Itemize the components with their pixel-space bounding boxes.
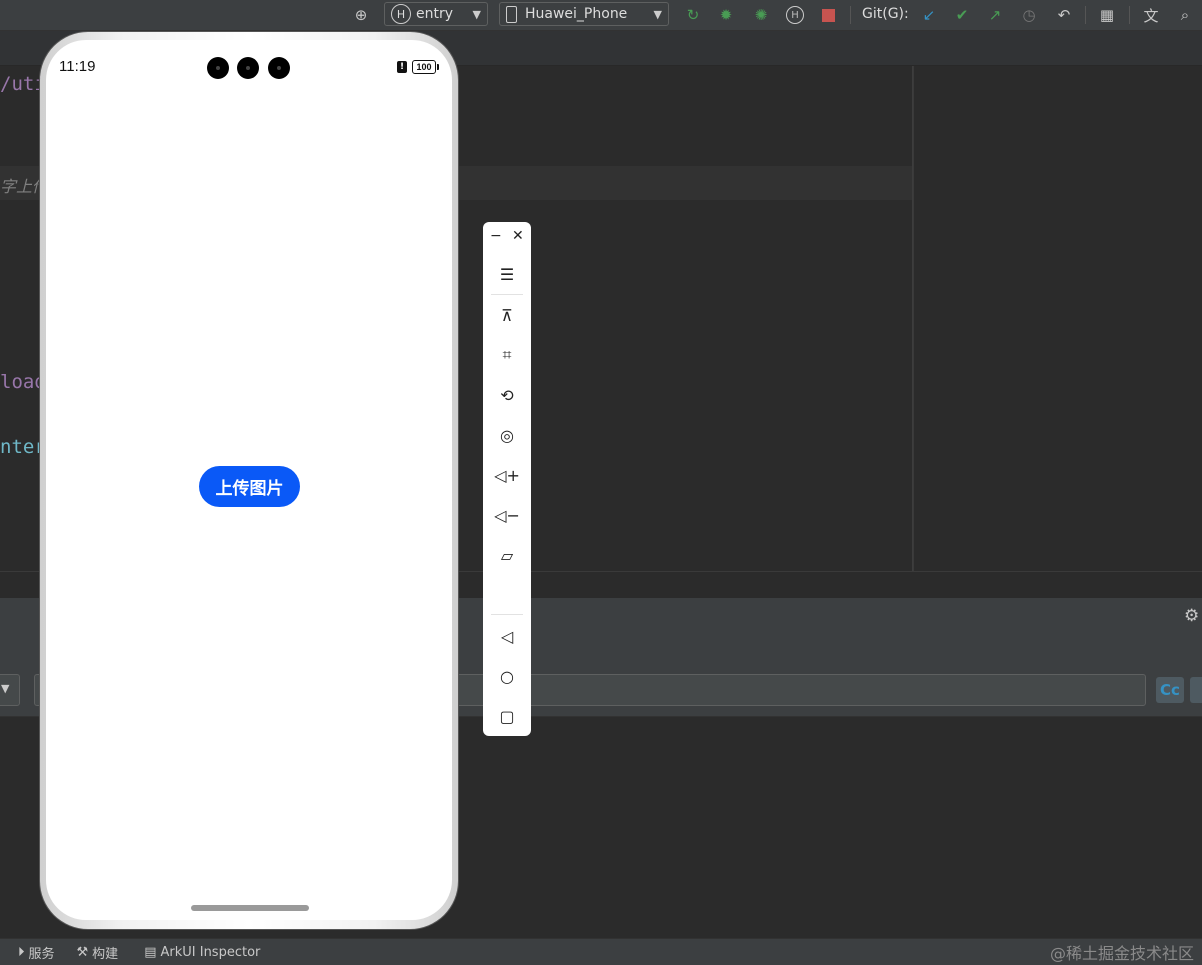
no-touch-icon[interactable]: ⊼ <box>483 299 531 331</box>
translate-icon[interactable]: 文 <box>1140 4 1162 26</box>
gear-icon[interactable]: ⚙ <box>1184 606 1199 626</box>
play-circle-icon: ⏵ <box>18 944 25 960</box>
code-line-import: /uti <box>0 73 46 95</box>
inspector-grid-icon: ▤ <box>144 944 157 960</box>
main-toolbar: ⊕ H entry ▼ Huawei_Phone ▼ ↻ ✹ ✺ H Git(G… <box>0 0 1202 31</box>
git-commit-check-icon[interactable]: ✔ <box>951 4 973 26</box>
project-structure-icon[interactable]: ▦ <box>1096 4 1118 26</box>
menu-icon[interactable]: ☰ <box>483 258 531 290</box>
services-tab-label: 服务 <box>28 946 55 962</box>
build-tab-label: 构建 <box>92 946 119 962</box>
toolbar-divider <box>1129 6 1130 24</box>
match-case-toggle[interactable]: Cc <box>1156 677 1184 703</box>
toolbar-divider <box>1085 6 1086 24</box>
arkui-inspector-tab-label: ArkUI Inspector <box>160 944 261 960</box>
home-indicator-bar[interactable] <box>191 905 309 911</box>
shake-device-icon[interactable]: ▱ <box>483 539 531 571</box>
status-time: 11:19 <box>59 58 96 75</box>
battery-icon: 100 <box>412 60 439 74</box>
camera-lens-icon <box>268 57 290 79</box>
record-screen-icon[interactable]: ◎ <box>483 419 531 451</box>
git-label: Git(G): <box>862 6 909 22</box>
phone-screen[interactable]: 11:19 ! 100 上传图片 <box>46 40 452 920</box>
device-select[interactable]: Huawei_Phone ▼ <box>499 2 669 26</box>
search-icon[interactable]: ⌕ <box>1174 4 1196 26</box>
toolbar-separator <box>491 614 523 615</box>
volume-up-icon[interactable]: ◁+ <box>483 459 531 491</box>
rerun-icon[interactable]: ↻ <box>682 4 704 26</box>
git-update-icon[interactable]: ↙ <box>918 4 940 26</box>
target-icon[interactable]: ⊕ <box>350 4 372 26</box>
debug-bug-icon[interactable]: ✹ <box>715 4 737 26</box>
device-select-label: Huawei_Phone <box>525 6 628 22</box>
git-push-icon[interactable]: ↗ <box>984 4 1006 26</box>
profiler-icon[interactable]: H <box>784 4 806 26</box>
log-level-select[interactable]: ▼ <box>0 674 20 706</box>
volume-down-icon[interactable]: ◁− <box>483 499 531 531</box>
code-line-center: nter <box>0 436 46 458</box>
battery-level: 100 <box>416 62 432 72</box>
status-bar: ⏵ 服务 ⚒ 构建 ▤ ArkUI Inspector @稀土掘金技术社区 <box>0 938 1202 965</box>
services-tab[interactable]: ⏵ 服务 <box>18 943 55 962</box>
git-rollback-icon[interactable]: ↶ <box>1053 4 1075 26</box>
git-history-clock-icon[interactable]: ◷ <box>1018 4 1040 26</box>
back-triangle-icon[interactable]: ◁ <box>483 620 531 652</box>
toolbar-separator <box>491 294 523 295</box>
crop-screenshot-icon[interactable]: ⌗ <box>483 339 531 371</box>
attach-debugger-icon[interactable]: ✺ <box>750 4 772 26</box>
rotate-icon[interactable]: ⟲ <box>483 379 531 411</box>
arkui-inspector-tab[interactable]: ▤ ArkUI Inspector <box>144 945 260 960</box>
close-icon[interactable]: ✕ <box>512 228 524 244</box>
recent-apps-square-icon[interactable]: ▢ <box>483 700 531 732</box>
camera-lens-icon <box>207 57 229 79</box>
regex-toggle[interactable] <box>1190 677 1202 703</box>
upload-image-button[interactable]: 上传图片 <box>199 466 300 507</box>
build-tab[interactable]: ⚒ 构建 <box>77 943 119 962</box>
module-select[interactable]: H entry ▼ <box>384 2 488 26</box>
chevron-down-icon: ▼ <box>1 682 10 695</box>
emulator-side-toolbar: − ✕ ☰ ⊼ ⌗ ⟲ ◎ ◁+ ◁− ▱ ◁ ○ ▢ <box>483 222 531 736</box>
chevron-down-icon: ▼ <box>472 7 481 21</box>
match-case-label: Cc <box>1160 681 1180 699</box>
hammer-icon: ⚒ <box>76 944 89 960</box>
chevron-down-icon: ▼ <box>653 7 662 21</box>
watermark: @稀土掘金技术社区 <box>1049 944 1194 963</box>
toolbar-divider <box>850 6 851 24</box>
code-line-load: load <box>0 371 46 393</box>
camera-lens-icon <box>237 57 259 79</box>
editor-right-margin <box>913 66 1202 571</box>
minimize-icon[interactable]: − <box>490 228 502 244</box>
home-circle-icon[interactable]: ○ <box>483 660 531 692</box>
right-margin-guide <box>912 66 913 571</box>
notification-alert-icon: ! <box>397 61 407 73</box>
stop-icon[interactable] <box>817 4 839 26</box>
module-select-label: entry <box>416 6 454 22</box>
harmony-module-icon: H <box>391 4 411 24</box>
phone-device-icon <box>506 5 517 23</box>
